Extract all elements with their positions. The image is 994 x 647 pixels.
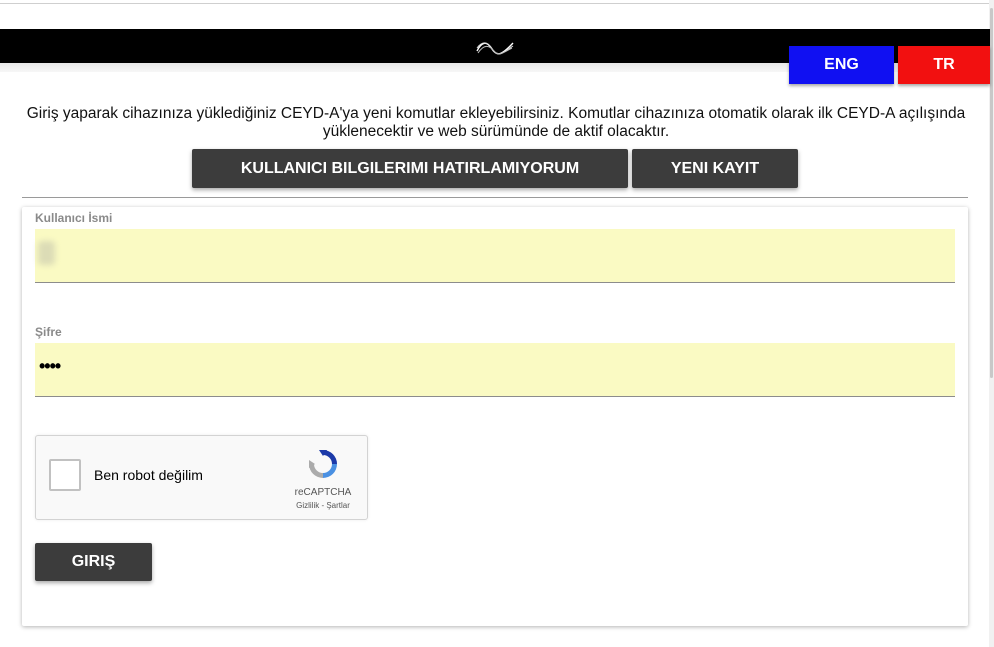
forgot-credentials-button[interactable]: KULLANICI BILGILERIMI HATIRLAMIYORUM [192, 149, 628, 188]
login-card: Kullanıcı İsmi Şifre •••• Ben robot deği… [22, 207, 968, 626]
username-value-redacted [38, 241, 55, 265]
password-value: •••• [39, 356, 61, 376]
new-registration-button[interactable]: YENI KAYIT [632, 149, 798, 188]
language-eng-button[interactable]: ENG [789, 46, 894, 84]
divider [22, 197, 968, 198]
recaptcha-label: Ben robot değilim [94, 467, 203, 483]
intro-text: Giriş yaparak cihazınıza yüklediğiniz CE… [26, 105, 966, 140]
recaptcha-checkbox[interactable] [49, 459, 81, 491]
login-button[interactable]: GIRIŞ [35, 543, 152, 581]
language-tr-button[interactable]: TR [898, 46, 990, 84]
scrollbar-thumb[interactable] [990, 8, 993, 378]
ceyda-wave-logo-icon [476, 42, 514, 55]
password-input[interactable]: •••• [35, 343, 955, 397]
top-border [0, 3, 990, 4]
recaptcha-brand: reCAPTCHA [294, 487, 352, 498]
recaptcha-widget: Ben robot değilim reCAPTCHA Gizlilik - Ş… [35, 435, 368, 520]
username-input[interactable] [35, 229, 955, 283]
recaptcha-icon [309, 450, 337, 478]
username-label: Kullanıcı İsmi [35, 211, 113, 225]
password-label: Şifre [35, 325, 62, 339]
recaptcha-privacy-terms-links[interactable]: Gizlilik - Şartlar [286, 501, 360, 510]
